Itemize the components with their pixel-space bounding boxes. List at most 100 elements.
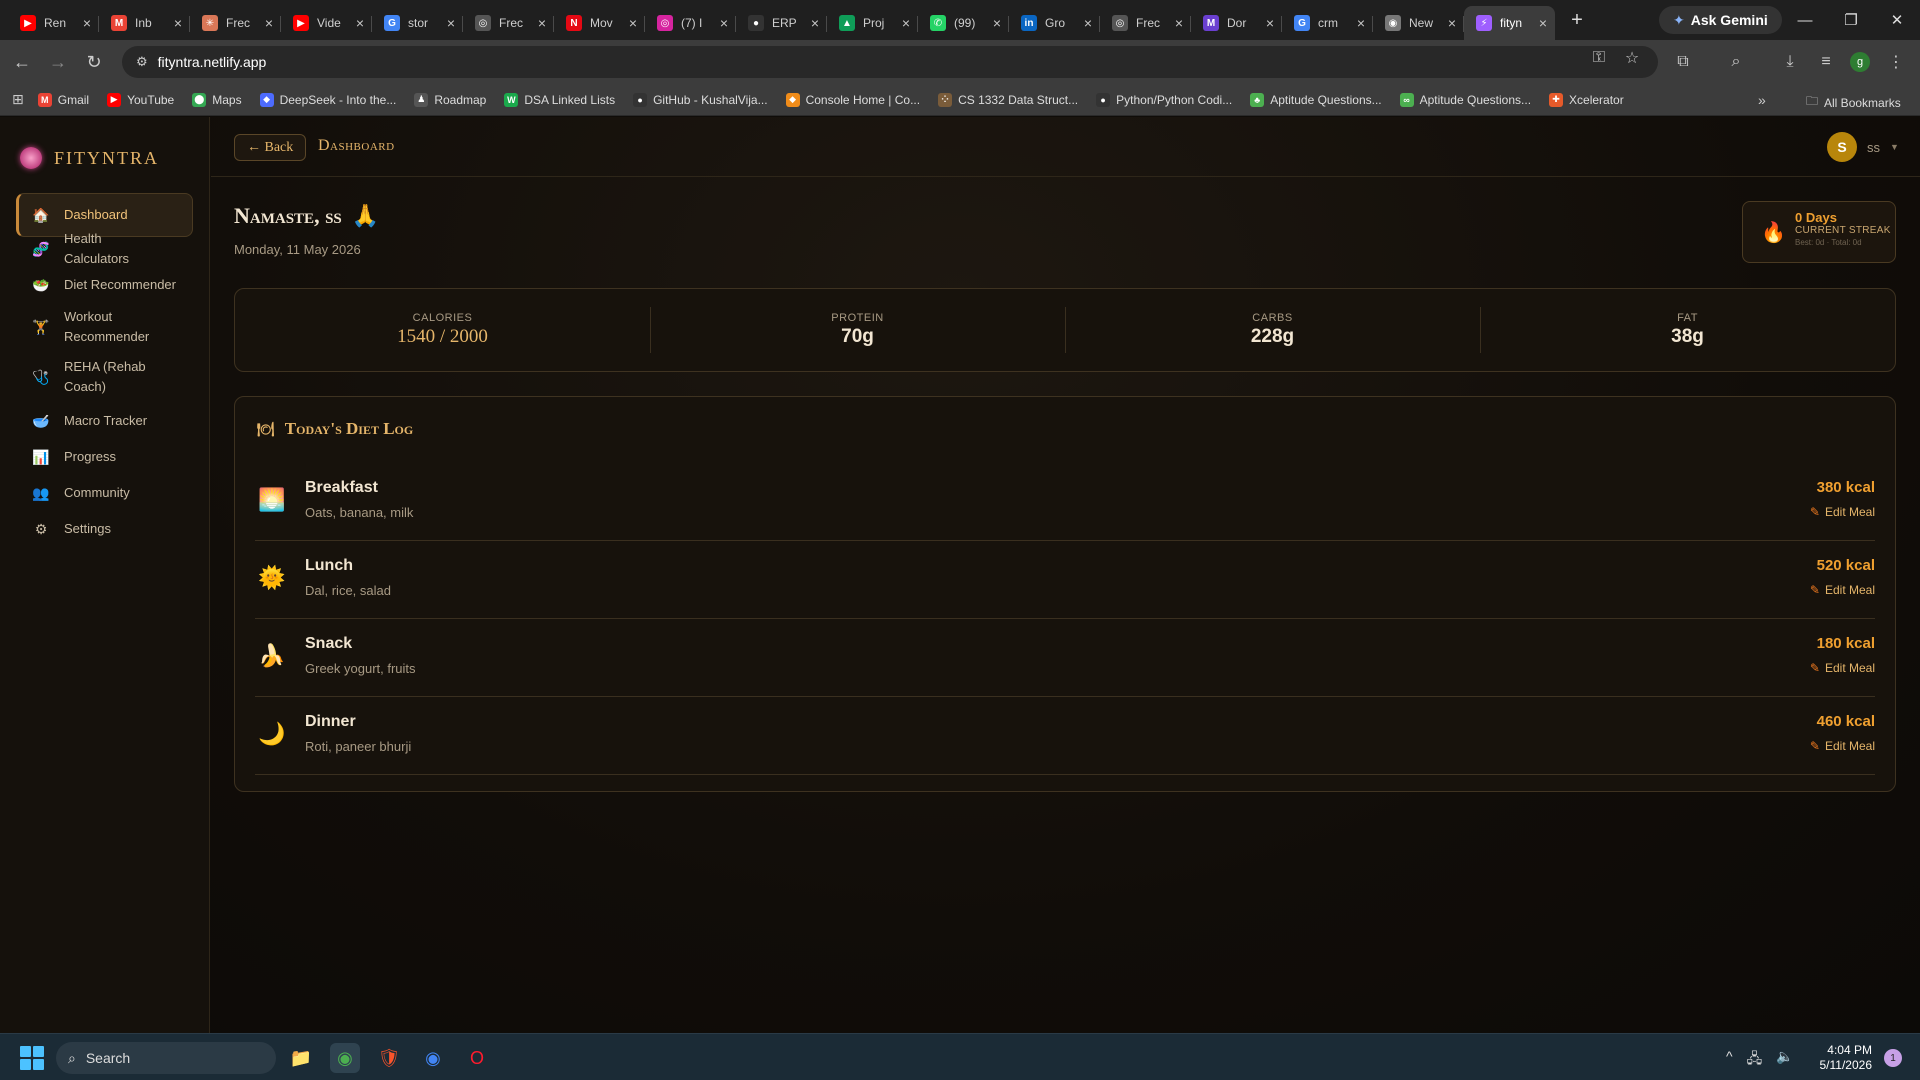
- close-tab-icon[interactable]: ×: [83, 15, 91, 31]
- taskbar-clock[interactable]: 4:04 PM 5/11/2026: [1812, 1043, 1873, 1073]
- windows-start-icon[interactable]: [20, 1046, 44, 1070]
- close-tab-icon[interactable]: ×: [174, 15, 182, 31]
- brand[interactable]: FITYNTRA: [20, 147, 159, 169]
- sidebar-item-diet[interactable]: 🥗 Diet Recommender: [16, 271, 193, 299]
- menu-kebab-icon[interactable]: ⋮: [1884, 50, 1908, 74]
- browser-tab[interactable]: ◎ (7) I ×: [645, 6, 736, 40]
- bookmark-item[interactable]: ♟ Roadmap: [414, 92, 486, 107]
- taskbar-search[interactable]: ⌕ Search: [56, 1042, 276, 1074]
- restore-icon[interactable]: ❐: [1839, 8, 1863, 32]
- bookmark-item[interactable]: ◆ Console Home | Co...: [785, 92, 920, 107]
- browser-tab[interactable]: M Dor ×: [1191, 6, 1282, 40]
- bookmark-star-icon[interactable]: ☆: [1620, 46, 1644, 70]
- ask-gemini-button[interactable]: ✦ Ask Gemini: [1659, 6, 1782, 34]
- bookmark-item[interactable]: M Gmail: [37, 92, 89, 107]
- tab-search-icon[interactable]: ⌕: [1724, 50, 1748, 74]
- close-tab-icon[interactable]: ×: [265, 15, 273, 31]
- close-tab-icon[interactable]: ×: [1084, 15, 1092, 31]
- bookmark-item[interactable]: ● Python/Python Codi...: [1096, 92, 1232, 107]
- network-icon[interactable]: 🖧: [1747, 1048, 1763, 1072]
- bookmark-item[interactable]: ● GitHub - KushalVija...: [633, 92, 768, 107]
- user-menu[interactable]: S ss ▼: [1827, 132, 1899, 162]
- opera-icon[interactable]: O: [462, 1043, 492, 1073]
- sidebar-item-reha[interactable]: 🩺 REHA (Rehab Coach): [16, 357, 193, 397]
- bookmark-item[interactable]: ▶ YouTube: [107, 92, 174, 107]
- close-tab-icon[interactable]: ×: [1448, 15, 1456, 31]
- profile-avatar[interactable]: g: [1850, 52, 1870, 72]
- bookmark-item[interactable]: W DSA Linked Lists: [504, 92, 615, 107]
- site-info-icon[interactable]: ⚙: [136, 54, 148, 70]
- more-bookmarks-button[interactable]: »: [1758, 92, 1766, 108]
- macro-value: 70g: [841, 326, 874, 347]
- back-button[interactable]: ← Back: [234, 134, 307, 161]
- browser-tab[interactable]: Gcrm ×: [1282, 6, 1373, 40]
- close-tab-icon[interactable]: ×: [1357, 15, 1365, 31]
- sidebar-item-community[interactable]: 👥 Community: [16, 479, 193, 507]
- browser-tab[interactable]: ▲ Proj ×: [827, 6, 918, 40]
- close-tab-icon[interactable]: ×: [629, 15, 637, 31]
- browser-tab[interactable]: ▶ Ren ×: [8, 6, 99, 40]
- browser-tab[interactable]: Gstor ×: [372, 6, 463, 40]
- brave-icon[interactable]: 🛡: [374, 1043, 404, 1073]
- close-tab-icon[interactable]: ×: [1266, 15, 1274, 31]
- browser-tab[interactable]: ● ERP ×: [736, 6, 827, 40]
- extensions-icon[interactable]: ⧉: [1671, 50, 1695, 74]
- sidebar-item-health[interactable]: 🧬 Health Calculators: [16, 231, 193, 266]
- close-tab-icon[interactable]: ×: [1539, 15, 1547, 31]
- sidebar-item-macro[interactable]: 🥣 Macro Tracker: [16, 407, 193, 435]
- close-tab-icon[interactable]: ×: [356, 15, 364, 31]
- sidebar-item-settings[interactable]: ⚙ Settings: [16, 515, 193, 543]
- browser-tab[interactable]: ⚡ fityn ×: [1464, 6, 1555, 40]
- bookmark-item[interactable]: ◆ DeepSeek - Into the...: [259, 92, 396, 107]
- browser-tab[interactable]: ✆ (99) ×: [918, 6, 1009, 40]
- edit-meal-button[interactable]: ✎ Edit Meal: [1810, 739, 1875, 753]
- browser-tab[interactable]: ✳ Frec ×: [190, 6, 281, 40]
- close-window-icon[interactable]: ✕: [1885, 8, 1909, 32]
- download-icon[interactable]: ⤓: [1778, 50, 1802, 74]
- tab-list: ▶ Ren × M Inb × ✳ Frec × ▶ Vide × Gstor × ◎ Frec × N Mov × ◎…: [0, 0, 1555, 40]
- bookmark-item[interactable]: ⬤ Maps: [192, 92, 242, 107]
- reload-icon[interactable]: ↻: [82, 50, 106, 74]
- close-tab-icon[interactable]: ×: [902, 15, 910, 31]
- browser-tab[interactable]: ◎ Frec ×: [463, 6, 554, 40]
- browser-tab[interactable]: ◎ Frec ×: [1100, 6, 1191, 40]
- close-tab-icon[interactable]: ×: [1175, 15, 1183, 31]
- chrome-profile-icon[interactable]: ◉: [418, 1043, 448, 1073]
- back-arrow-icon[interactable]: ←: [10, 50, 34, 74]
- edit-meal-button[interactable]: ✎ Edit Meal: [1810, 583, 1875, 597]
- close-tab-icon[interactable]: ×: [811, 15, 819, 31]
- browser-tab[interactable]: ▶ Vide ×: [281, 6, 372, 40]
- sidebar-item-workout[interactable]: 🏋 Workout Recommender: [16, 307, 193, 347]
- notification-badge[interactable]: 1: [1884, 1049, 1902, 1067]
- apps-grid-icon[interactable]: ⊞: [12, 91, 24, 108]
- browser-tab[interactable]: N Mov ×: [554, 6, 645, 40]
- close-tab-icon[interactable]: ×: [720, 15, 728, 31]
- close-tab-icon[interactable]: ×: [447, 15, 455, 31]
- sidebar-item-progress[interactable]: 📊 Progress: [16, 443, 193, 471]
- file-explorer-icon[interactable]: 📁: [286, 1043, 316, 1073]
- browser-tab[interactable]: in Gro ×: [1009, 6, 1100, 40]
- browser-tab[interactable]: ◉ New ×: [1373, 6, 1464, 40]
- meal-row: 🌅 Breakfast Oats, banana, milk 380 kcal ✎ Edi…: [255, 463, 1875, 541]
- chrome-icon[interactable]: ◉: [330, 1043, 360, 1073]
- close-tab-icon[interactable]: ×: [993, 15, 1001, 31]
- reading-list-icon[interactable]: ≡: [1814, 50, 1838, 74]
- all-bookmarks-button[interactable]: 🗀 All Bookmarks: [1806, 92, 1901, 113]
- user-name: ss: [1867, 139, 1880, 155]
- minimize-icon[interactable]: —: [1793, 8, 1817, 32]
- address-bar[interactable]: ⚙ fityntra.netlify.app: [122, 46, 1658, 78]
- close-tab-icon[interactable]: ×: [538, 15, 546, 31]
- bookmark-item[interactable]: ⁘ CS 1332 Data Struct...: [938, 92, 1078, 107]
- bookmark-item[interactable]: ∞ Aptitude Questions...: [1399, 92, 1531, 107]
- bookmark-item[interactable]: ♣ Aptitude Questions...: [1250, 92, 1382, 107]
- instagram-icon: ◎: [657, 15, 673, 31]
- volume-icon[interactable]: 🔈: [1776, 1048, 1793, 1072]
- browser-tab[interactable]: M Inb ×: [99, 6, 190, 40]
- edit-meal-button[interactable]: ✎ Edit Meal: [1810, 505, 1875, 519]
- forward-arrow-icon[interactable]: →: [46, 50, 70, 74]
- chevron-up-icon[interactable]: ^: [1726, 1048, 1733, 1072]
- password-key-icon[interactable]: ⚿: [1587, 46, 1611, 70]
- edit-meal-button[interactable]: ✎ Edit Meal: [1810, 661, 1875, 675]
- bookmark-item[interactable]: ✚ Xcelerator: [1549, 92, 1624, 107]
- new-tab-button[interactable]: +: [1563, 6, 1591, 34]
